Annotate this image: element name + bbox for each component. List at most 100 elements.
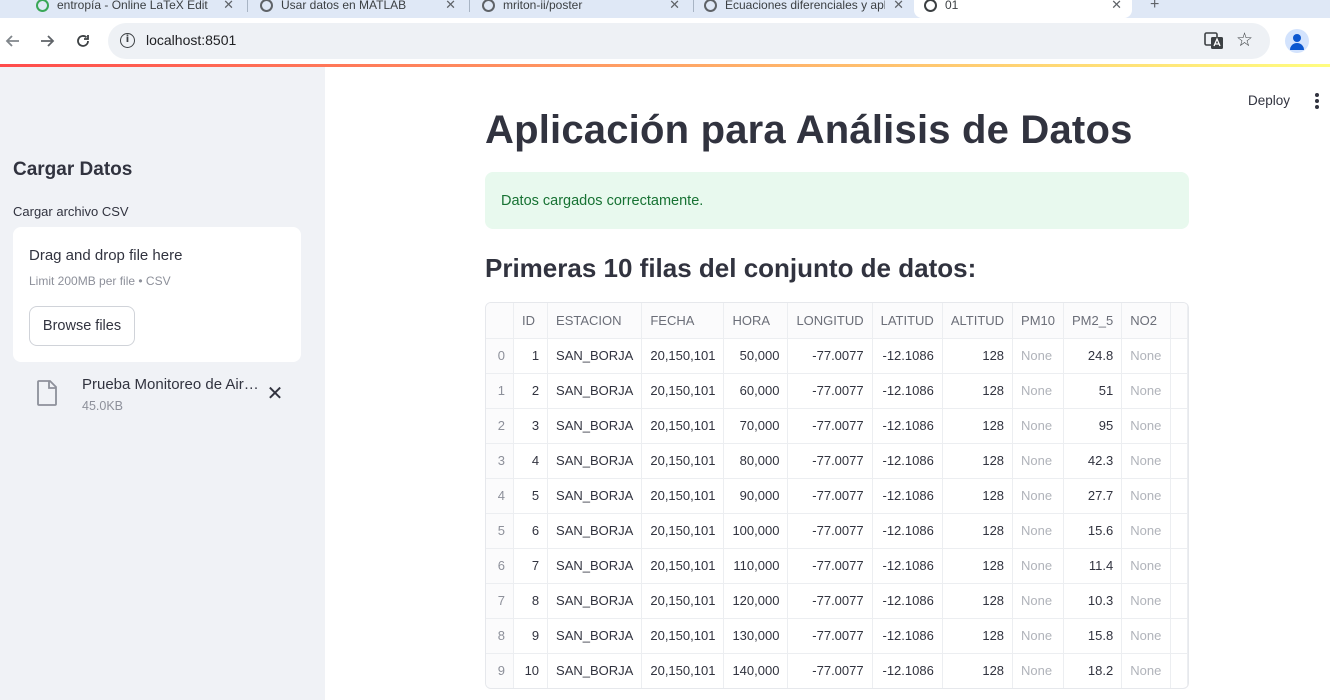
table-cell[interactable]: None	[1012, 478, 1065, 514]
table-row[interactable]: 8 9 SAN_BORJA 20,150,101 130,000 -77.0077 -12.…	[486, 618, 1188, 654]
table-cell[interactable]: -12.1086	[872, 583, 943, 619]
table-cell[interactable]: None	[1012, 443, 1065, 479]
table-cell[interactable]: SAN_BORJA	[547, 548, 643, 584]
new-tab-button[interactable]: +	[1140, 0, 1170, 18]
table-cell[interactable]: None	[1121, 408, 1171, 444]
column-header[interactable]: LONGITUD	[787, 303, 873, 339]
column-header[interactable]: PM10	[1012, 303, 1065, 339]
table-cell[interactable]: SAN_BORJA	[547, 653, 643, 688]
row-index-cell[interactable]: 1	[486, 373, 515, 409]
table-cell[interactable]: None	[1121, 513, 1171, 549]
table-cell[interactable]: None	[1012, 653, 1065, 688]
table-cell[interactable]: 20,150,101	[641, 583, 725, 619]
main-menu-icon[interactable]	[1310, 92, 1324, 110]
table-cell[interactable]: 3	[513, 408, 549, 444]
table-cell[interactable]: 70,000	[723, 408, 789, 444]
close-tab-icon[interactable]: ✕	[893, 0, 904, 13]
table-row[interactable]: 3 4 SAN_BORJA 20,150,101 80,000 -77.0077 -12.1…	[486, 443, 1188, 479]
table-cell[interactable]: 27.7	[1063, 478, 1123, 514]
table-cell[interactable]: 42.3	[1063, 443, 1123, 479]
table-cell[interactable]: 130,000	[723, 618, 789, 654]
table-cell[interactable]: None	[1121, 338, 1171, 374]
column-header[interactable]: ID	[513, 303, 549, 339]
table-row[interactable]: 1 2 SAN_BORJA 20,150,101 60,000 -77.0077 -12.1…	[486, 373, 1188, 409]
close-tab-icon[interactable]: ✕	[223, 0, 234, 13]
table-cell[interactable]: -12.1086	[872, 373, 943, 409]
profile-avatar-icon[interactable]	[1285, 29, 1309, 53]
table-cell[interactable]: 128	[942, 548, 1014, 584]
table-row[interactable]: 7 8 SAN_BORJA 20,150,101 120,000 -77.0077 -12.…	[486, 583, 1188, 619]
table-cell[interactable]: 20,150,101	[641, 513, 725, 549]
table-cell[interactable]: 128	[942, 513, 1014, 549]
column-header[interactable]: ESTACION	[547, 303, 643, 339]
table-cell[interactable]: 128	[942, 443, 1014, 479]
table-cell[interactable]: 20,150,101	[641, 443, 725, 479]
table-cell[interactable]: 128	[942, 478, 1014, 514]
table-cell[interactable]: 90,000	[723, 478, 789, 514]
table-cell[interactable]: -77.0077	[787, 548, 873, 584]
table-cell[interactable]: 10	[513, 653, 549, 688]
table-cell[interactable]: 20,150,101	[641, 373, 725, 409]
row-index-cell[interactable]: 9	[486, 653, 515, 688]
table-row[interactable]: 6 7 SAN_BORJA 20,150,101 110,000 -77.0077 -12.…	[486, 548, 1188, 584]
column-header[interactable]: PM2_5	[1063, 303, 1123, 339]
table-cell[interactable]: -12.1086	[872, 653, 943, 688]
site-info-icon[interactable]: i	[120, 33, 135, 48]
row-index-cell[interactable]: 3	[486, 443, 515, 479]
table-cell[interactable]: 128	[942, 583, 1014, 619]
browser-tab-active[interactable]: 01 ✕	[914, 0, 1132, 18]
table-cell[interactable]: -77.0077	[787, 338, 873, 374]
row-index-cell[interactable]: 7	[486, 583, 515, 619]
table-cell[interactable]: -77.0077	[787, 373, 873, 409]
column-header[interactable]: NO2	[1121, 303, 1171, 339]
table-cell[interactable]: -12.1086	[872, 408, 943, 444]
row-index-cell[interactable]: 6	[486, 548, 515, 584]
file-dropzone[interactable]: Drag and drop file here Limit 200MB per …	[13, 227, 301, 362]
table-cell[interactable]: SAN_BORJA	[547, 478, 643, 514]
table-cell[interactable]: 10.3	[1063, 583, 1123, 619]
table-cell[interactable]: SAN_BORJA	[547, 513, 643, 549]
table-row[interactable]: 9 10 SAN_BORJA 20,150,101 140,000 -77.0077 -12…	[486, 653, 1188, 688]
table-cell[interactable]: 110,000	[723, 548, 789, 584]
table-cell[interactable]: 95	[1063, 408, 1123, 444]
table-cell[interactable]: 128	[942, 338, 1014, 374]
forward-button[interactable]	[34, 28, 60, 54]
table-cell[interactable]: 6	[513, 513, 549, 549]
browse-files-button[interactable]: Browse files	[29, 306, 135, 346]
table-cell[interactable]: SAN_BORJA	[547, 583, 643, 619]
table-cell[interactable]: None	[1121, 478, 1171, 514]
row-index-cell[interactable]: 0	[486, 338, 515, 374]
table-cell[interactable]: 5	[513, 478, 549, 514]
browser-tab-3[interactable]: mriton-ii/poster ✕	[472, 0, 690, 18]
browser-tab-2[interactable]: Usar datos en MATLAB ✕	[250, 0, 466, 18]
table-cell[interactable]: -77.0077	[787, 653, 873, 688]
table-cell[interactable]: SAN_BORJA	[547, 373, 643, 409]
column-header[interactable]: ALTITUD	[942, 303, 1014, 339]
table-cell[interactable]: SAN_BORJA	[547, 338, 643, 374]
table-cell[interactable]: -12.1086	[872, 618, 943, 654]
table-cell[interactable]: 140,000	[723, 653, 789, 688]
table-cell[interactable]: 9	[513, 618, 549, 654]
table-cell[interactable]: None	[1121, 583, 1171, 619]
close-tab-icon[interactable]: ✕	[1111, 0, 1122, 13]
table-cell[interactable]: 128	[942, 373, 1014, 409]
table-cell[interactable]: -12.1086	[872, 548, 943, 584]
close-tab-icon[interactable]: ✕	[445, 0, 456, 13]
table-cell[interactable]: None	[1012, 618, 1065, 654]
table-row[interactable]: 5 6 SAN_BORJA 20,150,101 100,000 -77.0077 -12.…	[486, 513, 1188, 549]
table-cell[interactable]: None	[1012, 373, 1065, 409]
table-cell[interactable]: 8	[513, 583, 549, 619]
url-text[interactable]: localhost:8501	[146, 32, 236, 48]
table-cell[interactable]: None	[1012, 513, 1065, 549]
back-button[interactable]	[0, 28, 26, 54]
table-cell[interactable]: 24.8	[1063, 338, 1123, 374]
table-cell[interactable]: 20,150,101	[641, 653, 725, 688]
table-cell[interactable]: 128	[942, 653, 1014, 688]
table-cell[interactable]: 51	[1063, 373, 1123, 409]
table-cell[interactable]: -77.0077	[787, 513, 873, 549]
table-cell[interactable]: SAN_BORJA	[547, 618, 643, 654]
close-tab-icon[interactable]: ✕	[669, 0, 680, 13]
table-cell[interactable]: 1	[513, 338, 549, 374]
table-cell[interactable]: 120,000	[723, 583, 789, 619]
browser-tab-1[interactable]: entropía - Online LaTeX Edit ✕	[26, 0, 244, 18]
